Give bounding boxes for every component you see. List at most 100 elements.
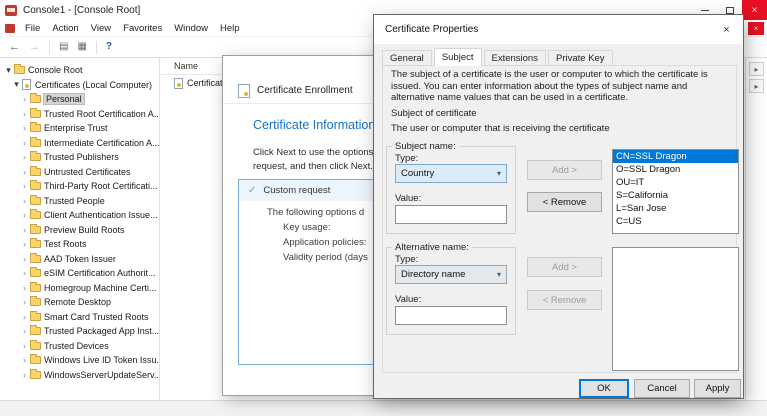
tree-item[interactable]: eSIM Certification Authorit... (0, 266, 159, 281)
close-button[interactable]: × (742, 0, 767, 20)
menu-item[interactable]: Action (46, 23, 84, 34)
chevron-right-icon[interactable] (20, 94, 29, 104)
tree-item[interactable]: AAD Token Issuer (0, 252, 159, 267)
actions-pane-strip: ▸ ▸ (745, 58, 767, 400)
folder-icon (30, 238, 41, 249)
folder-icon (30, 223, 41, 234)
tree-item[interactable]: Windows Live ID Token Issu... (0, 353, 159, 368)
help-icon[interactable]: ? (106, 42, 112, 52)
tree-item[interactable]: Preview Build Roots (0, 223, 159, 238)
tab[interactable]: Private Key (547, 50, 613, 66)
subject-remove-button[interactable]: < Remove (527, 192, 602, 212)
subject-entries-listbox[interactable]: CN=SSL Dragon O=SSL Dragon OU=IT S=Californ… (612, 149, 739, 234)
subject-entry[interactable]: C=US (613, 215, 738, 228)
menu-item[interactable]: View (85, 23, 117, 34)
tree-item[interactable]: Client Authentication Issue... (0, 208, 159, 223)
chevron-right-icon[interactable] (20, 268, 29, 278)
tree-item[interactable]: WindowsServerUpdateServ... (0, 368, 159, 383)
tree-item[interactable]: Intermediate Certification A... (0, 136, 159, 151)
certificates-folder-icon (174, 77, 183, 89)
chevron-right-icon[interactable] (20, 297, 29, 307)
folder-icon (30, 354, 41, 365)
chevron-right-icon[interactable] (20, 355, 29, 365)
chevron-right-icon[interactable] (20, 341, 29, 351)
tree-item[interactable]: Personal (0, 92, 159, 107)
chevron-right-icon[interactable] (20, 109, 29, 119)
chevron-right-icon[interactable] (20, 239, 29, 249)
chevron-right-icon[interactable] (20, 225, 29, 235)
chevron-right-icon[interactable] (20, 181, 29, 191)
tree-item-label: Windows Live ID Token Issu... (44, 355, 159, 366)
chevron-right-icon[interactable] (20, 283, 29, 293)
tree-item-label: Trusted People (44, 195, 105, 206)
subject-type-dropdown[interactable]: Country ▾ (395, 164, 507, 183)
actions-pane-arrow-button[interactable]: ▸ (749, 79, 764, 93)
chevron-right-icon[interactable] (20, 123, 29, 133)
tab[interactable]: General (382, 50, 432, 66)
restore-icon (725, 6, 734, 14)
menu-item[interactable]: Favorites (117, 23, 168, 34)
chevron-right-icon[interactable] (20, 138, 29, 148)
tree-item[interactable]: Trusted Publishers (0, 150, 159, 165)
alternative-remove-button[interactable]: < Remove (527, 290, 602, 310)
subject-value-input[interactable] (395, 205, 507, 224)
chevron-right-icon[interactable] (20, 370, 29, 380)
cancel-button[interactable]: Cancel (634, 379, 690, 398)
back-button[interactable]: ← (9, 41, 20, 53)
tree-item[interactable]: Enterprise Trust (0, 121, 159, 136)
tree-item-console-root[interactable]: Console Root (0, 63, 159, 78)
subject-entry[interactable]: S=California (613, 189, 738, 202)
tab[interactable]: Extensions (483, 50, 546, 66)
chevron-expanded-icon[interactable] (4, 65, 13, 76)
alternative-value-input[interactable] (395, 306, 507, 325)
folder-icon (30, 339, 41, 350)
tree-item[interactable]: Trusted Root Certification A... (0, 107, 159, 122)
tree-item-label: Certificates (Local Computer) (35, 79, 153, 90)
tree-item[interactable]: Untrusted Certificates (0, 165, 159, 180)
chevron-right-icon[interactable] (20, 210, 29, 220)
chevron-right-icon[interactable] (20, 196, 29, 206)
dialog-titlebar[interactable]: Certificate Properties (374, 15, 743, 44)
chevron-right-icon[interactable] (20, 254, 29, 264)
actions-pane-toggle-button[interactable]: ▸ (749, 62, 764, 76)
alternative-add-button[interactable]: Add > (527, 257, 602, 277)
menu-item[interactable]: Help (214, 23, 246, 34)
subject-add-button[interactable]: Add > (527, 160, 602, 180)
subject-entry[interactable]: L=San Jose (613, 202, 738, 215)
folder-icon (30, 165, 41, 176)
apply-button[interactable]: Apply (694, 379, 741, 398)
tree-item[interactable]: Homegroup Machine Certi... (0, 281, 159, 296)
certificate-store-list: Personal Trusted Root Certification A...… (0, 92, 159, 382)
export-list-button[interactable]: ▦ (77, 42, 86, 52)
menu-item[interactable]: Window (168, 23, 214, 34)
menu-item[interactable]: File (19, 23, 46, 34)
tab[interactable]: Subject (433, 48, 482, 66)
subject-entry[interactable]: CN=SSL Dragon (613, 150, 738, 163)
chevron-expanded-icon[interactable] (12, 79, 21, 90)
chevron-right-icon[interactable] (20, 326, 29, 336)
tree-item-label: Remote Desktop (44, 297, 112, 308)
tree-item[interactable]: Test Roots (0, 237, 159, 252)
ok-button[interactable]: OK (579, 379, 629, 398)
console-menu-icon[interactable] (5, 23, 15, 33)
subject-entry[interactable]: O=SSL Dragon (613, 163, 738, 176)
tree-item[interactable]: Remote Desktop (0, 295, 159, 310)
tree-item[interactable]: Third-Party Root Certificati... (0, 179, 159, 194)
tree-item[interactable]: Trusted People (0, 194, 159, 209)
chevron-right-icon[interactable] (20, 167, 29, 177)
tree-item[interactable]: Trusted Devices (0, 339, 159, 354)
subject-entry[interactable]: OU=IT (613, 176, 738, 189)
subject-name-group-label: Subject name: (392, 141, 459, 152)
child-close-button[interactable]: × (748, 22, 764, 35)
chevron-right-icon[interactable] (20, 152, 29, 162)
tree-item[interactable]: Trusted Packaged App Inst... (0, 324, 159, 339)
folder-icon (14, 64, 25, 75)
alternative-entries-listbox[interactable] (612, 247, 739, 371)
alternative-type-dropdown[interactable]: Directory name ▾ (395, 265, 507, 284)
forward-button[interactable]: → (29, 41, 40, 53)
chevron-right-icon[interactable] (20, 312, 29, 322)
show-console-tree-button[interactable]: ▤ (59, 42, 68, 52)
tree-item-certificates-store[interactable]: Certificates (Local Computer) (0, 78, 159, 93)
dialog-close-button[interactable]: × (710, 15, 743, 44)
tree-item[interactable]: Smart Card Trusted Roots (0, 310, 159, 325)
